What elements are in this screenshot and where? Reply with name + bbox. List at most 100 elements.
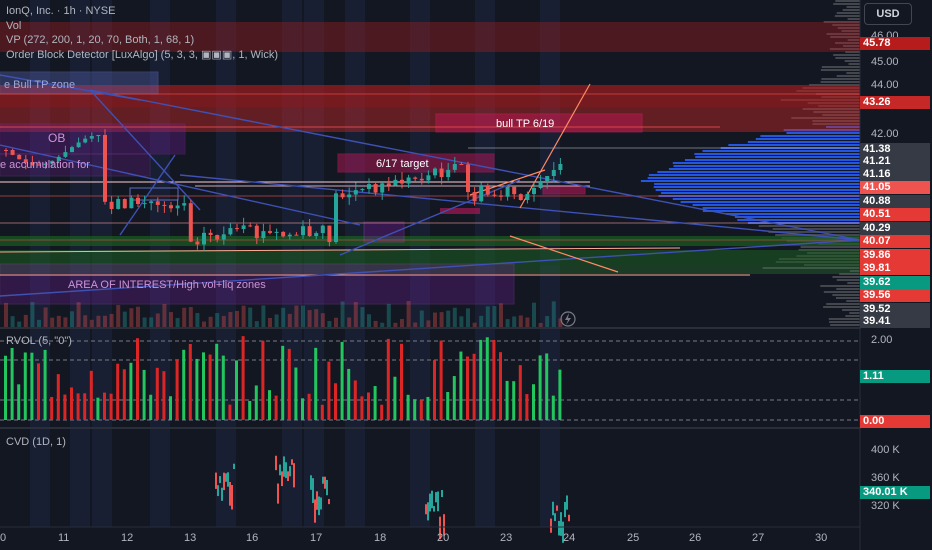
volume-bar	[287, 313, 292, 327]
price-level-badge: 41.16	[860, 168, 930, 181]
rvol-bar	[327, 361, 331, 420]
candle-body	[254, 225, 259, 239]
rvol-bar	[169, 396, 172, 420]
rvol-bar	[439, 340, 443, 420]
cvd-bar	[229, 482, 231, 506]
volume-bar	[485, 306, 490, 327]
symbol-legend[interactable]: IonQ, Inc. · 1h · NYSE	[6, 5, 115, 17]
rvol-bar	[380, 404, 384, 420]
candle-body	[367, 184, 371, 189]
currency-button[interactable]: USD	[864, 3, 912, 25]
rvol-legend[interactable]: RVOL (5, "0")	[6, 335, 72, 347]
cvd-bar	[431, 490, 433, 509]
ob-legend[interactable]: Order Block Detector [LuxAlgo] (5, 3, 3,…	[6, 48, 278, 61]
candle-body	[76, 142, 81, 148]
volume-bar	[129, 308, 134, 327]
rvol-bar	[215, 343, 219, 420]
profile-row	[826, 303, 860, 305]
rvol-bar	[532, 384, 535, 420]
volume-bar	[83, 315, 88, 327]
rvol-bar	[76, 393, 80, 420]
volume-bar	[23, 314, 28, 327]
chart-canvas[interactable]: e Bull TP zone OB e accumulation for 6/1…	[0, 0, 932, 550]
rvol-bar	[175, 359, 179, 420]
cvd-bar	[328, 498, 330, 505]
profile-row	[832, 276, 860, 278]
rvol-bar	[221, 355, 225, 420]
date-tick: 18	[374, 532, 387, 544]
date-tick: 20	[437, 532, 450, 544]
rvol-bar	[182, 349, 186, 420]
candle-body	[433, 168, 437, 176]
candle-body	[426, 175, 431, 181]
profile-row	[836, 75, 860, 77]
cvd-bar	[560, 512, 562, 536]
rvol-bar	[122, 369, 126, 420]
candle-body	[162, 204, 167, 206]
volume-bar	[37, 319, 41, 327]
profile-row	[833, 54, 860, 56]
rvol-bar	[505, 380, 509, 420]
price-level-badge: 39.41	[860, 315, 930, 328]
volume-bar	[426, 320, 431, 327]
volume-bar	[56, 315, 61, 327]
cvd-bar	[568, 514, 570, 522]
profile-row	[821, 66, 860, 68]
cvd-bar	[425, 504, 427, 515]
rvol-bar	[446, 391, 450, 420]
volume-bar	[182, 307, 187, 327]
rvol-bar	[386, 338, 390, 420]
volume-bar	[400, 318, 404, 327]
rvol-bar	[23, 352, 27, 420]
rvol-bar	[149, 394, 153, 420]
vol-legend[interactable]: Vol	[6, 20, 21, 32]
small-red-box-2	[542, 185, 586, 195]
candle-body	[103, 135, 107, 202]
vp-legend[interactable]: VP (272, 200, 1, 20, 70, Both, 1, 68, 1)	[6, 34, 194, 46]
volume-bar	[4, 302, 8, 327]
cvd-bar	[275, 455, 277, 471]
candle-body	[83, 138, 88, 143]
rvol-bar	[96, 397, 100, 420]
profile-row	[835, 57, 860, 59]
rvol-bar	[109, 393, 113, 420]
volume-bar	[518, 315, 523, 327]
rvol-bar	[525, 394, 529, 420]
cvd-bar	[441, 490, 443, 498]
rvol-axis-tick: 2.00	[871, 334, 893, 346]
cvd-bar	[310, 475, 312, 490]
cvd-bar	[435, 492, 437, 503]
rvol-bar	[433, 360, 436, 420]
profile-row	[823, 306, 860, 308]
profile-row	[726, 213, 860, 215]
cvd-bar	[281, 471, 283, 487]
profile-row	[655, 189, 860, 191]
volume-bar	[512, 316, 517, 327]
candle-body	[129, 197, 134, 209]
rvol-bar	[188, 343, 192, 420]
rvol-bar	[254, 385, 258, 420]
cvd-bar	[318, 496, 320, 516]
volume-bar	[208, 316, 213, 327]
price-level-badge: 41.21	[860, 155, 930, 168]
profile-row	[734, 216, 860, 218]
profile-row	[684, 159, 860, 161]
date-tick: 23	[500, 532, 513, 544]
profile-row	[772, 228, 860, 230]
price-level-badge: 40.07	[860, 235, 930, 248]
profile-row	[672, 162, 860, 164]
rvol-bar	[235, 360, 238, 420]
rvol-bar	[294, 367, 298, 420]
volume-bar	[380, 322, 385, 327]
candle-body	[518, 194, 523, 200]
volume-bar	[96, 315, 101, 327]
date-tick: 16	[246, 532, 259, 544]
volume-bar	[459, 316, 464, 327]
date-tick: 27	[752, 532, 765, 544]
volume-bar	[353, 302, 358, 327]
cvd-legend[interactable]: CVD (1D, 1)	[6, 436, 66, 448]
rvol-value-badge: 1.11	[860, 370, 930, 383]
volume-bar	[373, 320, 378, 327]
volume-bar	[545, 316, 550, 327]
price-tick: 45.00	[871, 56, 899, 68]
